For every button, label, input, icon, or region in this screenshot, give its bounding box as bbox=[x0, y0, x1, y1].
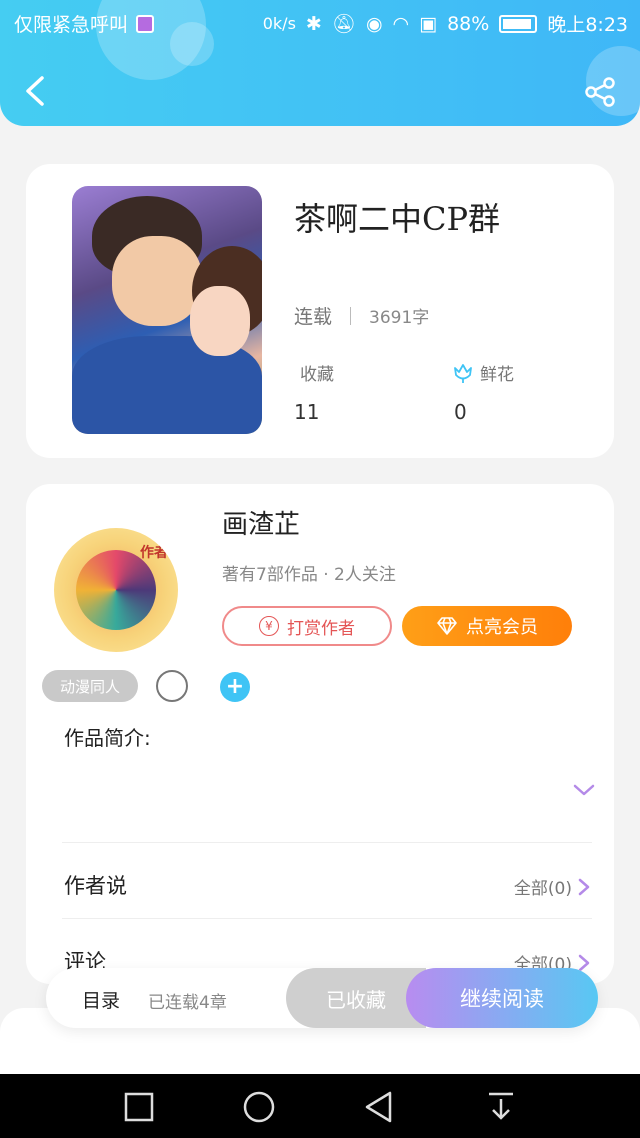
pull-down-icon[interactable] bbox=[484, 1090, 518, 1124]
favorites-count: 11 bbox=[294, 400, 320, 424]
author-name[interactable]: 画渣芷 bbox=[222, 504, 300, 541]
battery-percent: 88% bbox=[447, 12, 490, 35]
book-title: 茶啊二中CP群 bbox=[294, 200, 501, 238]
vip-button[interactable]: 点亮会员 bbox=[402, 606, 572, 646]
serial-status: 连载 bbox=[294, 306, 333, 328]
divider bbox=[62, 918, 592, 919]
home-icon[interactable] bbox=[242, 1090, 276, 1124]
chevron-right-icon bbox=[578, 878, 590, 895]
flowers-label[interactable]: 鲜花 bbox=[452, 360, 514, 385]
book-info-card: 茶啊二中CP群 连载 3691字 收藏 11 鲜花 0 bbox=[26, 164, 614, 458]
top-header: 仅限紧急呼叫 0k/s ✱ 🔕︎ ◉ ◠ ▣ 88% 晚上8:23 bbox=[0, 0, 640, 126]
battery-icon bbox=[499, 14, 538, 33]
book-cover-image[interactable] bbox=[72, 186, 262, 434]
author-avatar[interactable]: 作者 bbox=[54, 528, 178, 652]
chapter-count: 已连载4章 bbox=[148, 993, 227, 1013]
author-card: 作者 画渣芷 著有7部作品 · 2人关注 ¥ 打赏作者 点亮会员 动漫同人 + … bbox=[26, 484, 614, 984]
wifi-icon: ◠ bbox=[392, 12, 410, 35]
author-says-label[interactable]: 作者说 bbox=[64, 870, 127, 900]
favorited-button[interactable]: 已收藏 bbox=[286, 968, 426, 1028]
reading-action-bar: 目录 已连载4章 已收藏 继续阅读 bbox=[46, 968, 598, 1028]
status-emergency-text: 仅限紧急呼叫 bbox=[14, 14, 129, 36]
intro-label: 作品简介: bbox=[64, 726, 151, 750]
author-meta: 著有7部作品 · 2人关注 bbox=[222, 565, 396, 585]
status-bar: 仅限紧急呼叫 0k/s ✱ 🔕︎ ◉ ◠ ▣ 88% 晚上8:23 bbox=[0, 0, 640, 46]
diamond-icon bbox=[437, 617, 457, 635]
flower-icon bbox=[454, 363, 472, 383]
clock: 晚上8:23 bbox=[547, 14, 628, 36]
yen-icon: ¥ bbox=[259, 616, 279, 636]
flowers-count: 0 bbox=[454, 400, 467, 424]
chevron-right-icon bbox=[578, 954, 590, 971]
back-nav-icon[interactable] bbox=[362, 1090, 396, 1124]
notification-icon bbox=[136, 14, 155, 33]
mute-icon: 🔕︎ bbox=[331, 13, 356, 35]
category-chip[interactable]: 动漫同人 bbox=[42, 670, 138, 702]
bluetooth-icon: ✱ bbox=[305, 12, 322, 35]
tip-author-button[interactable]: ¥ 打赏作者 bbox=[222, 606, 392, 646]
tag-placeholder-circle[interactable] bbox=[156, 670, 188, 702]
toc-button[interactable]: 目录 bbox=[82, 986, 120, 1013]
author-avatar-tag: 作者 bbox=[140, 545, 168, 561]
divider bbox=[62, 842, 592, 843]
book-meta: 连载 3691字 bbox=[294, 302, 429, 329]
chevron-down-icon[interactable] bbox=[572, 782, 596, 798]
back-arrow-icon[interactable] bbox=[20, 74, 50, 108]
eye-icon: ◉ bbox=[365, 12, 383, 35]
favorites-label: 收藏 bbox=[300, 365, 334, 385]
net-speed: 0k/s bbox=[262, 14, 296, 33]
word-count: 3691字 bbox=[369, 308, 430, 328]
system-nav-bar bbox=[0, 1074, 640, 1138]
author-says-all-link[interactable]: 全部(0) bbox=[514, 874, 590, 899]
add-tag-button[interactable]: + bbox=[220, 672, 250, 702]
sim-icon: ▣ bbox=[419, 12, 438, 35]
continue-reading-button[interactable]: 继续阅读 bbox=[406, 968, 598, 1028]
divider bbox=[350, 306, 352, 325]
share-icon[interactable] bbox=[584, 76, 616, 108]
recents-icon[interactable] bbox=[122, 1090, 156, 1124]
